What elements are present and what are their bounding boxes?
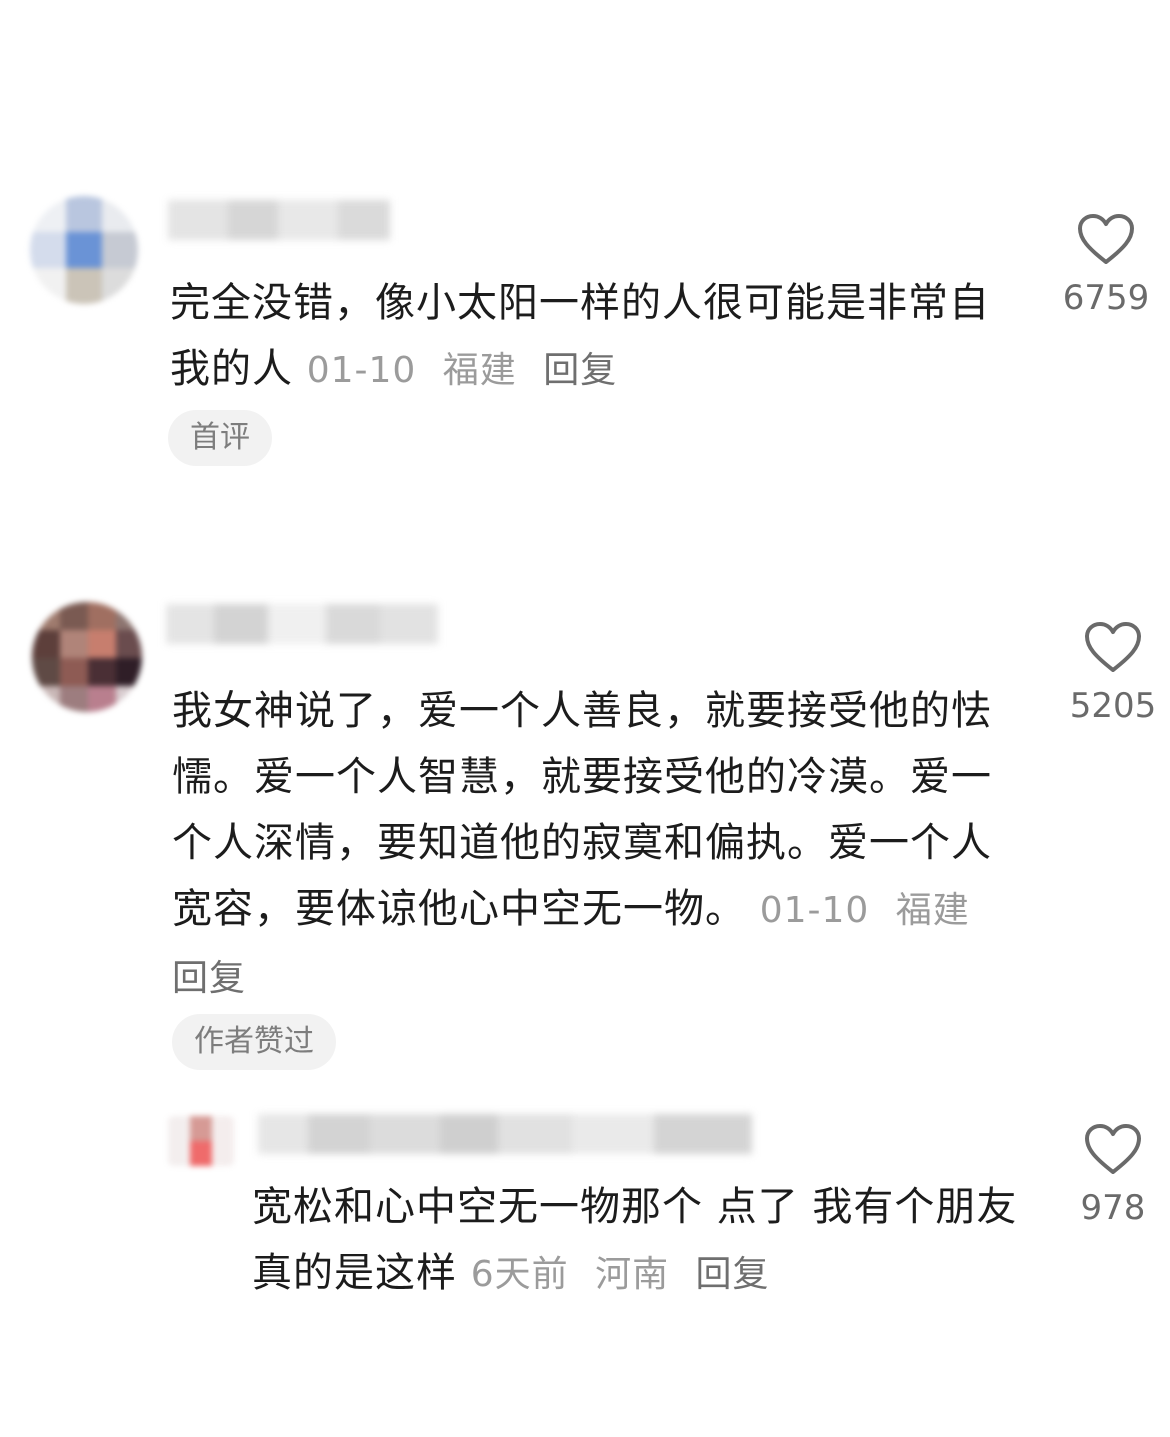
- reply-date: 6天前: [470, 1254, 569, 1295]
- reply-text: 宽松和心中空无一物那个 点了 我有个朋友真的是这样 6天前 河南 回复: [252, 1174, 1022, 1308]
- reply-item: 宽松和心中空无一物那个 点了 我有个朋友真的是这样 6天前 河南 回复 978: [0, 0, 1170, 1437]
- like-count: 978: [1080, 1188, 1146, 1228]
- reply-button[interactable]: 回复: [696, 1254, 770, 1295]
- username-blurred[interactable]: [258, 1114, 752, 1154]
- reply-meta: 6天前 河南 回复: [471, 1254, 784, 1295]
- reply-location: 河南: [595, 1254, 670, 1295]
- like-button[interactable]: 978: [1058, 1122, 1168, 1228]
- heart-outline-icon: [1085, 1124, 1141, 1174]
- avatar[interactable]: [168, 1116, 234, 1166]
